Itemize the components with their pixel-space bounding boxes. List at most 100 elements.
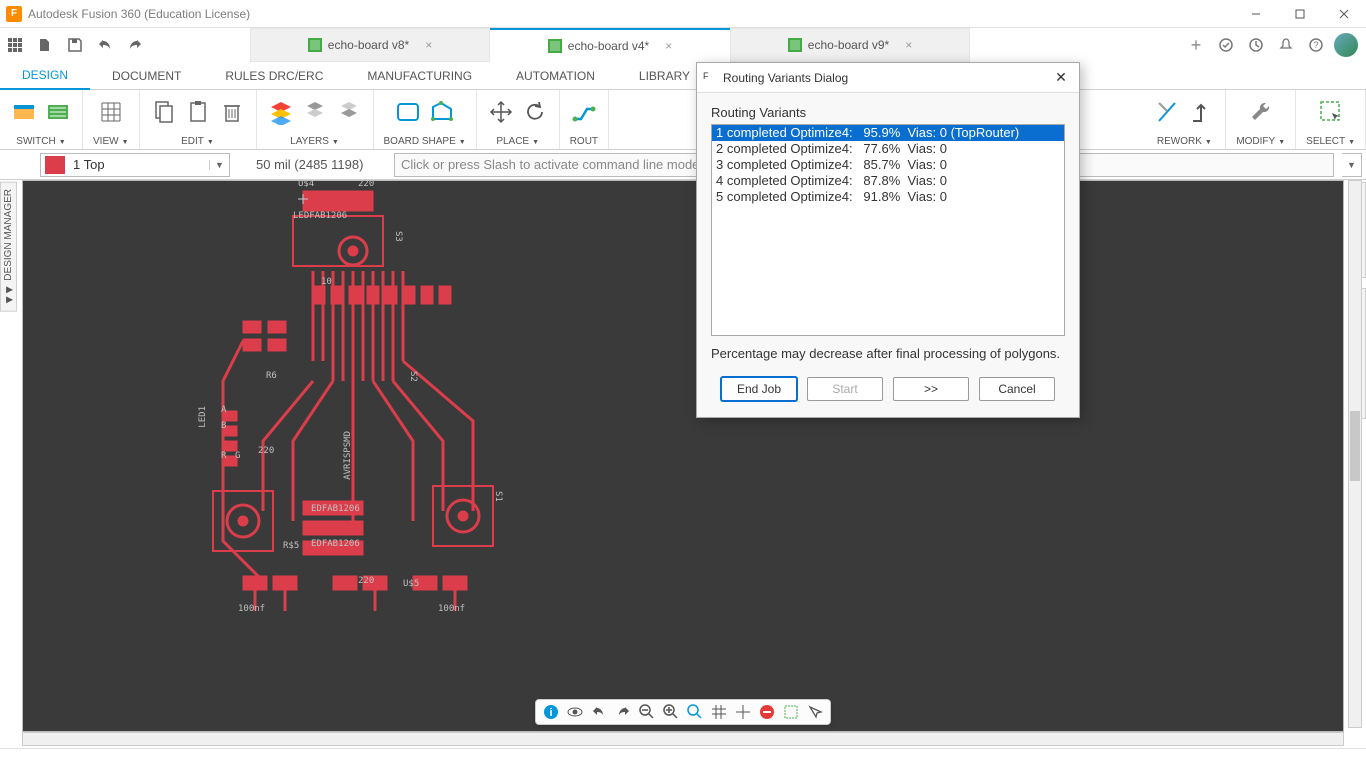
file-menu-button[interactable]	[30, 30, 60, 60]
info-icon[interactable]: i	[540, 701, 562, 723]
cancel-button[interactable]: Cancel	[979, 377, 1055, 401]
new-tab-button[interactable]: +	[1182, 31, 1210, 59]
visibility-icon[interactable]	[564, 701, 586, 723]
ribbon-label: MODIFY	[1236, 136, 1275, 147]
menu-tab-manufacturing[interactable]: MANUFACTURING	[345, 62, 494, 90]
route-icon[interactable]	[570, 98, 598, 126]
paste-icon[interactable]	[184, 98, 212, 126]
zoom-out-icon[interactable]	[636, 701, 658, 723]
pcb-text: S3	[393, 231, 403, 242]
close-icon[interactable]: ×	[425, 38, 432, 52]
ribbon-group-switch: SWITCH	[0, 90, 83, 149]
routing-variant-row[interactable]: 5 completed Optimize4: 91.8% Vias: 0	[712, 189, 1064, 205]
redo-view-icon[interactable]	[612, 701, 634, 723]
zoom-fit-icon[interactable]	[684, 701, 706, 723]
horizontal-scrollbar[interactable]	[22, 732, 1344, 746]
window-minimize-button[interactable]	[1234, 0, 1278, 28]
undo-view-icon[interactable]	[588, 701, 610, 723]
ribbon-label: SELECT	[1306, 136, 1345, 147]
dialog-title-bar[interactable]: F Routing Variants Dialog ✕	[697, 63, 1079, 93]
routing-variant-row[interactable]: 1 completed Optimize4: 95.9% Vias: 0 (To…	[712, 125, 1064, 141]
dialog-note: Percentage may decrease after final proc…	[711, 346, 1065, 361]
layer-up-icon[interactable]	[301, 98, 329, 126]
ribbon-label: LAYERS	[290, 136, 329, 147]
close-icon[interactable]: ×	[905, 38, 912, 52]
routing-variant-row[interactable]: 4 completed Optimize4: 87.8% Vias: 0	[712, 173, 1064, 189]
move-icon[interactable]	[487, 98, 515, 126]
layer-selector[interactable]: 1 Top ▼	[40, 153, 230, 177]
pcb-text: 220	[358, 180, 374, 189]
redo-button[interactable]	[120, 30, 150, 60]
help-icon[interactable]: ?	[1302, 31, 1330, 59]
ribbon-group-edit: EDIT	[140, 90, 257, 149]
window-maximize-button[interactable]	[1278, 0, 1322, 28]
scrollbar-thumb[interactable]	[1350, 411, 1360, 481]
undo-button[interactable]	[90, 30, 120, 60]
tab-echo-board-v4[interactable]: echo-board v4* ×	[490, 28, 730, 62]
command-history-dropdown[interactable]: ▼	[1342, 153, 1362, 177]
zoom-in-icon[interactable]	[660, 701, 682, 723]
end-job-button[interactable]: End Job	[721, 377, 797, 401]
select-icon[interactable]	[1317, 98, 1345, 126]
panel-label: DESIGN MANAGER	[3, 189, 14, 281]
menu-tab-design[interactable]: DESIGN	[0, 62, 90, 90]
command-line-placeholder: Click or press Slash to activate command…	[401, 157, 699, 172]
cursor-snap-icon[interactable]	[804, 701, 826, 723]
wrench-icon[interactable]	[1247, 98, 1275, 126]
ribbon-group-modify: MODIFY	[1226, 90, 1296, 149]
routing-variants-list[interactable]: 1 completed Optimize4: 95.9% Vias: 0 (To…	[711, 124, 1065, 336]
pcb-text: U$4	[298, 180, 314, 189]
pcb-text: 100nf	[238, 604, 265, 614]
board-icon[interactable]	[44, 98, 72, 126]
menu-tabs: DESIGN DOCUMENT RULES DRC/ERC MANUFACTUR…	[0, 62, 1366, 90]
pcb-icon	[308, 38, 322, 52]
vertical-scrollbar[interactable]	[1348, 180, 1362, 728]
layer-down-icon[interactable]	[335, 98, 363, 126]
job-status-icon[interactable]	[1242, 31, 1270, 59]
notifications-icon[interactable]	[1272, 31, 1300, 59]
title-bar: F Autodesk Fusion 360 (Education License…	[0, 0, 1366, 28]
dialog-close-button[interactable]: ✕	[1049, 69, 1073, 86]
routing-variant-row[interactable]: 3 completed Optimize4: 85.7% Vias: 0	[712, 157, 1064, 173]
layers-icon[interactable]	[267, 98, 295, 126]
ripup-icon[interactable]	[1153, 98, 1181, 126]
rotate-icon[interactable]	[521, 98, 549, 126]
slide-icon[interactable]	[1187, 98, 1215, 126]
next-button[interactable]: >>	[893, 377, 969, 401]
start-button: Start	[807, 377, 883, 401]
user-avatar[interactable]	[1332, 31, 1360, 59]
pcb-text: LEDFAB1206	[293, 211, 347, 221]
tab-echo-board-v8[interactable]: echo-board v8* ×	[250, 28, 490, 62]
routing-variant-row[interactable]: 2 completed Optimize4: 77.6% Vias: 0	[712, 141, 1064, 157]
ribbon-label: PLACE	[496, 136, 529, 147]
ribbon-group-layers: LAYERS	[257, 90, 374, 149]
schematic-icon[interactable]	[10, 98, 38, 126]
pcb-text: 220	[358, 576, 374, 586]
delete-icon[interactable]	[218, 98, 246, 126]
data-panel-button[interactable]	[0, 30, 30, 60]
close-icon[interactable]: ×	[665, 39, 672, 53]
menu-tab-rules[interactable]: RULES DRC/ERC	[203, 62, 345, 90]
ribbon-label: ROUT	[570, 136, 598, 147]
pcb-text: LED1	[198, 406, 208, 428]
select-area-icon[interactable]	[780, 701, 802, 723]
svg-text:i: i	[549, 707, 552, 719]
layer-name: 1 Top	[69, 157, 209, 172]
menu-tab-automation[interactable]: AUTOMATION	[494, 62, 617, 90]
stop-icon[interactable]	[756, 701, 778, 723]
grid-icon[interactable]	[97, 98, 125, 126]
pcb-canvas[interactable]: U$4 220 LEDFAB1206 S3 R6 LED1 AVRISPSMD …	[22, 180, 1344, 732]
app-icon: F	[6, 6, 22, 22]
outline-icon[interactable]	[394, 98, 422, 126]
extensions-icon[interactable]	[1212, 31, 1240, 59]
copy-icon[interactable]	[150, 98, 178, 126]
save-button[interactable]	[60, 30, 90, 60]
status-strip	[0, 748, 1366, 768]
window-close-button[interactable]	[1322, 0, 1366, 28]
origin-icon[interactable]	[732, 701, 754, 723]
grid-toggle-icon[interactable]	[708, 701, 730, 723]
polygon-icon[interactable]	[428, 98, 456, 126]
tab-echo-board-v9[interactable]: echo-board v9* ×	[730, 28, 970, 62]
menu-tab-document[interactable]: DOCUMENT	[90, 62, 203, 90]
design-manager-panel-tab[interactable]: ◀◀DESIGN MANAGER	[0, 182, 17, 312]
